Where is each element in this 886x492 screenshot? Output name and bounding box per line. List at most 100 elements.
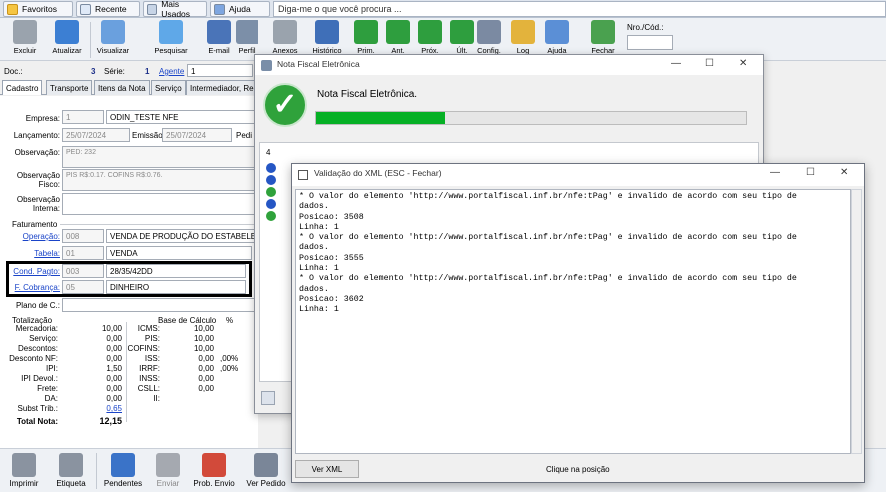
f-cobranca-name-input[interactable]: DINHEIRO <box>106 280 246 294</box>
atualizar-label: Atualizar <box>52 46 82 55</box>
totals-row-value[interactable]: 0,65 <box>60 404 122 413</box>
magnifier-icon <box>101 20 125 44</box>
cond-pagto-code-input[interactable]: 003 <box>62 264 104 278</box>
top-tab-bar: Favoritos Recente Mais Usados Ajuda Diga… <box>0 0 886 19</box>
operacao-name-input[interactable]: VENDA DE PRODUÇÃO DO ESTABELECIM <box>106 229 258 243</box>
visualizar-button[interactable]: Visualizar <box>94 20 132 60</box>
tabela-code-input[interactable]: 01 <box>62 246 104 260</box>
observacao-label: Observação: <box>14 148 60 157</box>
agente-link[interactable]: Agente <box>159 67 184 76</box>
etiqueta-label: Etiqueta <box>56 479 86 488</box>
emissao-label: Emissão <box>132 131 163 140</box>
totals-row-value: 0,00 <box>106 334 122 343</box>
nro-input[interactable] <box>627 35 673 50</box>
imprimir-button[interactable]: Imprimir <box>6 453 42 488</box>
total-nota-label: Total Nota: <box>16 417 58 426</box>
tab-favoritos[interactable]: Favoritos <box>3 1 73 17</box>
tab-servico[interactable]: Serviço <box>151 80 186 95</box>
obs-fisco-label-2: Fisco: <box>38 180 60 189</box>
tab-recente[interactable]: Recente <box>76 1 140 17</box>
cond-pagto-link[interactable]: Cond. Pagto: <box>0 267 60 276</box>
totals-row-label: Mercadoria: <box>15 324 58 333</box>
totals-row-value: 0,00 <box>198 384 214 393</box>
close-icon[interactable]: ✕ <box>840 167 848 178</box>
xml-scrollbar[interactable] <box>851 189 862 454</box>
pendentes-button[interactable]: Pendentes <box>100 453 146 488</box>
maximize-icon[interactable]: ☐ <box>806 167 815 178</box>
minimize-icon[interactable]: — <box>671 58 681 69</box>
cond-pagto-name-input[interactable]: 28/35/42DD <box>106 264 246 278</box>
totals-row-value: 10,00 <box>193 344 214 353</box>
tab-ajuda[interactable]: Ajuda <box>210 1 270 17</box>
close-icon[interactable]: ✕ <box>739 58 747 69</box>
maximize-icon[interactable]: ☐ <box>705 58 714 69</box>
operacao-link[interactable]: Operação: <box>0 232 60 241</box>
prox-button[interactable]: Próx. <box>414 20 446 56</box>
excluir-label: Excluir <box>13 46 37 55</box>
obs-interna-input[interactable] <box>62 193 258 215</box>
xml-validation-window: Validação do XML (ESC - Fechar) — ☐ ✕ * … <box>291 163 865 483</box>
search-input[interactable]: Diga-me o que você procura ... <box>273 1 886 17</box>
xml-titlebar: Validação do XML (ESC - Fechar) — ☐ ✕ <box>292 164 864 186</box>
xml-window-title: Validação do XML (ESC - Fechar) <box>314 168 442 178</box>
tabela-link[interactable]: Tabela: <box>0 249 60 258</box>
totals-row-value: 0,00 <box>106 384 122 393</box>
tab-mais-usados[interactable]: Mais Usados <box>143 0 207 19</box>
totals-row-label: Subst Trib.: <box>17 404 58 413</box>
empresa-label: Empresa: <box>25 114 60 123</box>
totals-row: II: <box>126 394 258 404</box>
fechar-button[interactable]: Fechar <box>584 20 622 56</box>
totals-row-label: ISS: <box>144 354 160 363</box>
imprimir-label: Imprimir <box>9 479 39 488</box>
config-button[interactable]: Config. <box>470 20 508 56</box>
empresa-name-input[interactable]: ODIN_TESTE NFE <box>106 110 258 124</box>
historico-button[interactable]: Histórico <box>308 20 346 56</box>
tab-itens-da-nota[interactable]: Itens da Nota <box>94 80 150 95</box>
xml-messages-text[interactable]: * O valor do elemento 'http://www.portal… <box>295 189 851 454</box>
emissao-input[interactable]: 25/07/2024 <box>162 128 232 142</box>
log-button[interactable]: Log <box>504 20 542 56</box>
excluir-button[interactable]: Excluir <box>6 20 44 60</box>
tabela-name-input[interactable]: VENDA <box>106 246 252 260</box>
nf-progress-fill <box>316 112 445 124</box>
atualizar-button[interactable]: Atualizar <box>48 20 86 60</box>
tab-intermediador[interactable]: Intermediador, Re <box>186 80 258 95</box>
operacao-code-input[interactable]: 008 <box>62 229 104 243</box>
prob-envio-button[interactable]: Prob. Envio <box>192 453 236 488</box>
totals-row-value: 0,00 <box>106 394 122 403</box>
prob-envio-label: Prob. Envio <box>193 479 235 488</box>
serie-value: 1 <box>145 67 150 76</box>
copy-icon[interactable] <box>261 391 275 405</box>
lancamento-input[interactable]: 25/07/2024 <box>62 128 130 142</box>
ajuda-button[interactable]: Ajuda <box>538 20 576 56</box>
empresa-code-input[interactable]: 1 <box>62 110 104 124</box>
ver-xml-button[interactable]: Ver XML <box>295 460 359 478</box>
total-nota-value: 12,15 <box>99 416 122 426</box>
obs-fisco-input[interactable]: PIS R$:0.17. COFINS R$:0.76. <box>62 169 258 191</box>
minimize-icon[interactable]: — <box>770 167 780 178</box>
f-cobranca-code-input[interactable]: 05 <box>62 280 104 294</box>
prim-button[interactable]: Prim. <box>350 20 382 56</box>
f-cobranca-link[interactable]: F. Cobrança: <box>0 283 60 292</box>
totals-row-label: Serviço: <box>29 334 58 343</box>
plano-input[interactable] <box>62 298 258 312</box>
etiqueta-button[interactable]: Etiqueta <box>52 453 90 488</box>
tab-cadastro[interactable]: Cadastro <box>2 80 43 95</box>
totals-row-label: Frete: <box>37 384 58 393</box>
ant-button[interactable]: Ant. <box>382 20 414 56</box>
email-button[interactable]: E-mail <box>200 20 238 60</box>
totals-row-label: CSLL: <box>137 384 160 393</box>
observacao-input[interactable]: PED: 232 <box>62 146 258 168</box>
enviar-button[interactable]: Enviar <box>150 453 186 488</box>
tab-transporte[interactable]: Transporte <box>46 80 93 95</box>
anexos-button[interactable]: Anexos <box>266 20 304 56</box>
totals-row: INSS: 0,00 <box>126 374 258 384</box>
star-icon <box>7 3 18 15</box>
totals-row: PIS: 10,00 <box>126 334 258 344</box>
agente-input[interactable]: 1 <box>187 64 253 77</box>
doc-label: Doc.: <box>4 67 23 76</box>
nf-progress-bar <box>315 111 747 125</box>
ver-pedido-button[interactable]: Ver Pedido <box>244 453 288 488</box>
totals-row-value: 1,50 <box>106 364 122 373</box>
pesquisar-button[interactable]: Pesquisar <box>152 20 190 60</box>
